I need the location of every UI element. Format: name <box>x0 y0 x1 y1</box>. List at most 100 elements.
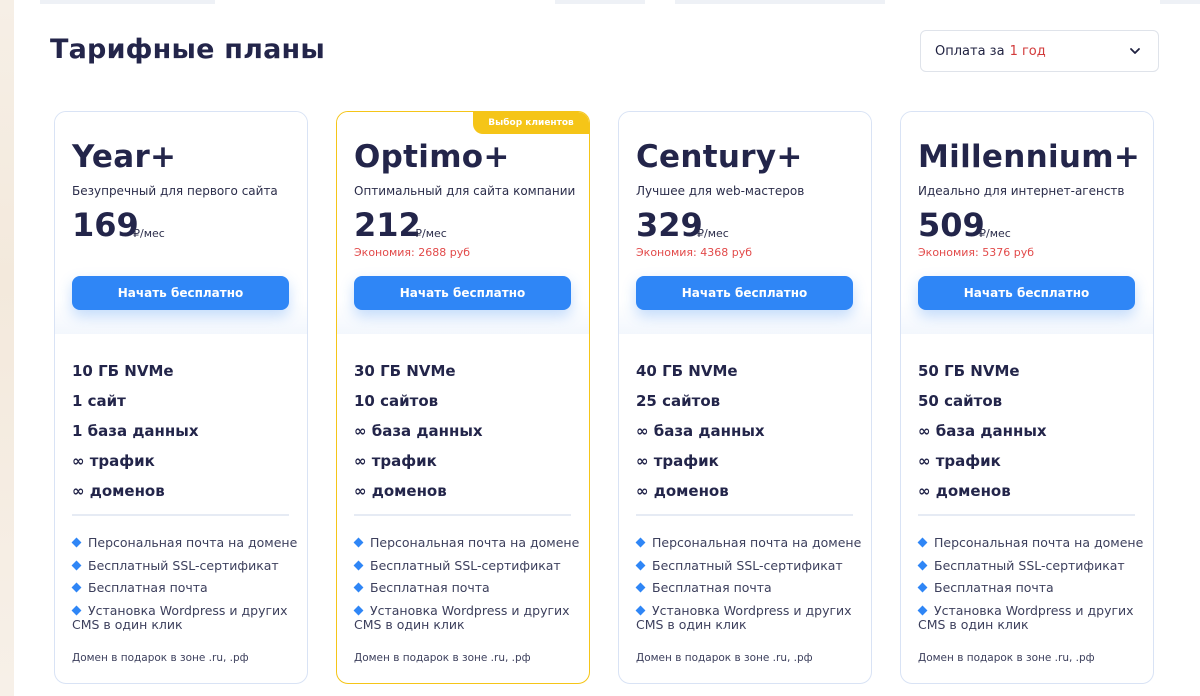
plan-price-unit: ₽/мес <box>415 227 447 240</box>
plan-features: Персональная почта на домене Бесплатный … <box>71 536 302 640</box>
feature-item: Персональная почта на домене <box>635 536 866 550</box>
plan-name: Century+ <box>636 139 803 175</box>
spec-item: 10 ГБ NVMe <box>72 362 174 380</box>
spec-item: 40 ГБ NVMe <box>636 362 738 380</box>
plan-description: Лучшее для web-мастеров <box>636 184 805 198</box>
feature-item: Бесплатная почта <box>71 581 302 595</box>
plan-price: 212 <box>354 206 421 244</box>
plan-card-millennium: Millennium+ Идеально для интернет-агенст… <box>900 111 1154 684</box>
plan-name: Millennium+ <box>918 139 1141 175</box>
feature-item: Бесплатная почта <box>353 581 584 595</box>
feature-item: Бесплатный SSL-сертификат <box>917 558 1148 573</box>
plan-card-optimo: Выбор клиентов Optimo+ Оптимальный для с… <box>336 111 590 684</box>
diamond-bullet-icon <box>71 560 82 570</box>
spec-item: ∞ трафик <box>918 452 1001 470</box>
divider <box>354 514 571 516</box>
diamond-bullet-icon <box>917 537 928 548</box>
plan-name: Optimo+ <box>354 139 510 175</box>
plan-description: Идеально для интернет-агенств <box>918 184 1125 198</box>
domain-gift-note: Домен в подарок в зоне .ru, .рф <box>354 652 531 664</box>
spec-item: ∞ доменов <box>354 482 447 500</box>
spec-item: ∞ трафик <box>636 452 719 470</box>
top-strip <box>0 0 1200 4</box>
diamond-bullet-icon <box>71 605 82 615</box>
plan-price-unit: ₽/мес <box>979 227 1011 240</box>
diamond-bullet-icon <box>353 537 364 548</box>
diamond-bullet-icon <box>917 582 928 593</box>
spec-item: ∞ трафик <box>72 452 155 470</box>
billing-period-value: 1 год <box>1009 43 1046 59</box>
plan-price-unit: ₽/мес <box>697 227 729 240</box>
feature-item: Установка Wordpress и других CMS в один к… <box>71 602 288 632</box>
plan-price-unit: ₽/мес <box>133 227 165 240</box>
start-free-button[interactable]: Начать бесплатно <box>918 276 1135 310</box>
page-edge-decoration <box>0 0 14 696</box>
plan-features: Персональная почта на домене Бесплатный … <box>917 536 1148 640</box>
plan-description: Безупречный для первого сайта <box>72 184 278 198</box>
spec-item: ∞ трафик <box>354 452 437 470</box>
spec-item: ∞ доменов <box>72 482 165 500</box>
plan-card-century: Century+ Лучшее для web-мастеров 329 ₽/м… <box>618 111 872 684</box>
diamond-bullet-icon <box>917 560 928 570</box>
feature-item: Бесплатный SSL-сертификат <box>353 558 584 573</box>
divider <box>72 514 289 516</box>
plan-features: Персональная почта на домене Бесплатный … <box>353 536 584 640</box>
diamond-bullet-icon <box>635 582 646 593</box>
spec-item: ∞ база данных <box>918 422 1047 440</box>
spec-item: 1 база данных <box>72 422 199 440</box>
feature-item: Персональная почта на домене <box>353 536 584 550</box>
plan-specs: 40 ГБ NVMe 25 сайтов ∞ база данных ∞ тра… <box>636 362 765 512</box>
spec-item: 50 сайтов <box>918 392 1003 410</box>
spec-item: 1 сайт <box>72 392 126 410</box>
diamond-bullet-icon <box>635 537 646 548</box>
diamond-bullet-icon <box>353 560 364 570</box>
spec-item: ∞ база данных <box>354 422 483 440</box>
feature-item: Бесплатный SSL-сертификат <box>71 558 302 573</box>
plan-savings: Экономия: 2688 руб <box>354 246 471 259</box>
diamond-bullet-icon <box>635 605 646 615</box>
feature-item: Установка Wordpress и других CMS в один к… <box>917 602 1134 632</box>
diamond-bullet-icon <box>635 560 646 570</box>
billing-period-select[interactable]: Оплата за 1 год <box>920 30 1159 72</box>
plan-savings: Экономия: 4368 руб <box>636 246 753 259</box>
chevron-down-icon <box>1130 48 1140 54</box>
plan-specs: 10 ГБ NVMe 1 сайт 1 база данных ∞ трафик… <box>72 362 199 512</box>
spec-item: 10 сайтов <box>354 392 439 410</box>
plan-price: 169 <box>72 206 139 244</box>
plan-savings: Экономия: 5376 руб <box>918 246 1035 259</box>
start-free-button[interactable]: Начать бесплатно <box>72 276 289 310</box>
plan-card-year: Year+ Безупречный для первого сайта 169 … <box>54 111 308 684</box>
feature-item: Персональная почта на домене <box>917 536 1148 550</box>
feature-item: Персональная почта на домене <box>71 536 302 550</box>
diamond-bullet-icon <box>71 582 82 593</box>
billing-prefix: Оплата за <box>935 43 1005 59</box>
feature-item: Бесплатная почта <box>917 581 1148 595</box>
customer-choice-badge: Выбор клиентов <box>473 112 589 134</box>
diamond-bullet-icon <box>353 605 364 615</box>
domain-gift-note: Домен в подарок в зоне .ru, .рф <box>636 652 813 664</box>
page-title: Тарифные планы <box>50 34 325 65</box>
start-free-button[interactable]: Начать бесплатно <box>354 276 571 310</box>
diamond-bullet-icon <box>71 537 82 548</box>
divider <box>918 514 1135 516</box>
spec-item: ∞ доменов <box>636 482 729 500</box>
spec-item: 25 сайтов <box>636 392 721 410</box>
diamond-bullet-icon <box>917 605 928 615</box>
plan-specs: 50 ГБ NVMe 50 сайтов ∞ база данных ∞ тра… <box>918 362 1047 512</box>
feature-item: Бесплатный SSL-сертификат <box>635 558 866 573</box>
plan-name: Year+ <box>72 139 177 175</box>
feature-item: Установка Wordpress и других CMS в один к… <box>635 602 852 632</box>
spec-item: 30 ГБ NVMe <box>354 362 456 380</box>
diamond-bullet-icon <box>353 582 364 593</box>
feature-item: Установка Wordpress и других CMS в один к… <box>353 602 570 632</box>
domain-gift-note: Домен в подарок в зоне .ru, .рф <box>72 652 249 664</box>
start-free-button[interactable]: Начать бесплатно <box>636 276 853 310</box>
spec-item: ∞ доменов <box>918 482 1011 500</box>
spec-item: 50 ГБ NVMe <box>918 362 1020 380</box>
divider <box>636 514 853 516</box>
plan-features: Персональная почта на домене Бесплатный … <box>635 536 866 640</box>
domain-gift-note: Домен в подарок в зоне .ru, .рф <box>918 652 1095 664</box>
spec-item: ∞ база данных <box>636 422 765 440</box>
plan-specs: 30 ГБ NVMe 10 сайтов ∞ база данных ∞ тра… <box>354 362 483 512</box>
feature-item: Бесплатная почта <box>635 581 866 595</box>
